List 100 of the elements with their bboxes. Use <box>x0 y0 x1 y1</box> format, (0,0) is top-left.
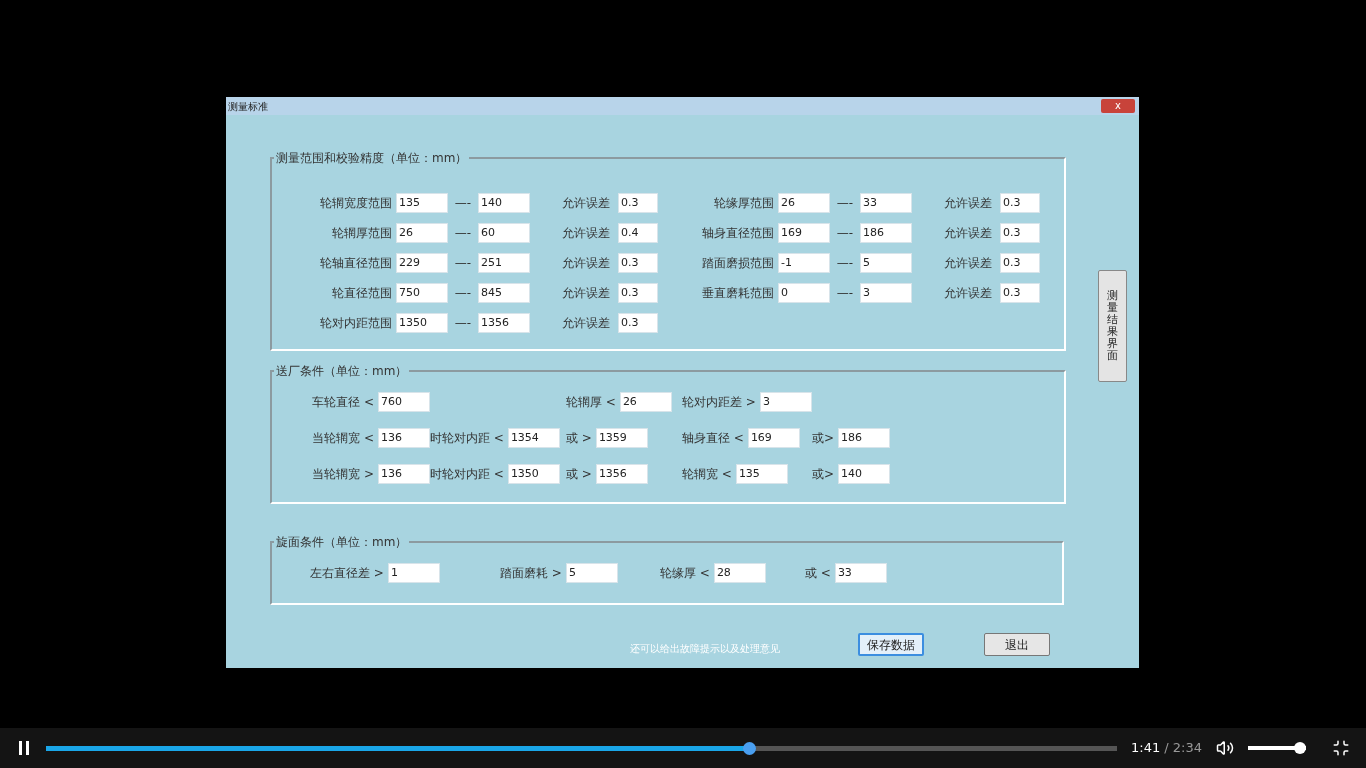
input-field[interactable]: 1350 <box>396 313 448 333</box>
input-field[interactable]: 135 <box>735 464 788 484</box>
input-field[interactable]: 3 <box>759 392 812 412</box>
input-field[interactable]: 169 <box>778 223 830 243</box>
range-dash: —- <box>453 285 473 302</box>
range-dash: —- <box>453 195 473 212</box>
hint-text: 还可以给出故障提示以及处理意见 <box>630 642 780 656</box>
input-field[interactable]: 229 <box>396 253 448 273</box>
field-label: 车轮直径 < <box>312 394 374 411</box>
input-field[interactable]: 0.3 <box>618 193 658 213</box>
field-label: 允许误差 <box>944 195 992 212</box>
range-dash: —- <box>835 195 855 212</box>
group-title: 旋面条件（单位：mm） <box>275 534 409 551</box>
input-field[interactable]: 0.3 <box>1000 193 1040 213</box>
input-field[interactable]: 33 <box>834 563 887 583</box>
field-label: 或> <box>812 430 835 447</box>
input-field[interactable]: 0.4 <box>618 223 658 243</box>
field-label: 轮缘厚范围 <box>713 195 775 212</box>
input-field[interactable]: 0.3 <box>618 253 658 273</box>
input-field[interactable]: 140 <box>838 464 891 484</box>
field-label: 时轮对内距 < <box>430 430 504 447</box>
field-label: 允许误差 <box>562 225 610 242</box>
input-field[interactable]: 169 <box>747 428 800 448</box>
input-field[interactable]: 750 <box>396 283 448 303</box>
input-field[interactable]: 186 <box>838 428 891 448</box>
input-field[interactable]: 0.3 <box>618 283 658 303</box>
progress-handle[interactable] <box>742 741 756 755</box>
field-label: 当轮辋宽 < <box>312 430 374 447</box>
input-field[interactable]: 1354 <box>507 428 560 448</box>
input-field[interactable]: 1 <box>387 563 440 583</box>
field-label: 轮缘厚 < <box>660 565 710 582</box>
field-label: 允许误差 <box>562 195 610 212</box>
field-label: 允许误差 <box>944 285 992 302</box>
field-label: 或 < <box>805 565 831 582</box>
field-label: 踏面磨耗 > <box>500 565 562 582</box>
volume-icon[interactable] <box>1216 739 1234 757</box>
input-field[interactable]: 3 <box>860 283 912 303</box>
input-field[interactable]: 26 <box>778 193 830 213</box>
field-label: 轮直径范围 <box>331 285 393 302</box>
field-label: 当轮辋宽 > <box>312 466 374 483</box>
input-field[interactable]: 845 <box>478 283 530 303</box>
field-label: 或> <box>812 466 835 483</box>
pause-icon <box>19 741 29 755</box>
input-field[interactable]: 1359 <box>595 428 648 448</box>
field-label: 允许误差 <box>944 255 992 272</box>
input-field[interactable]: 251 <box>478 253 530 273</box>
input-field[interactable]: 0.3 <box>1000 253 1040 273</box>
input-field[interactable]: 136 <box>378 464 430 484</box>
side-button[interactable]: 测量结果界面 <box>1098 270 1127 382</box>
input-field[interactable]: -1 <box>778 253 830 273</box>
dialog-button[interactable]: 退出 <box>984 633 1050 656</box>
range-dash: —- <box>835 285 855 302</box>
range-dash: —- <box>835 225 855 242</box>
range-dash: —- <box>835 255 855 272</box>
dialog-button[interactable]: 保存数据 <box>858 633 924 656</box>
field-label: 左右直径差 > <box>310 565 384 582</box>
input-field[interactable]: 135 <box>396 193 448 213</box>
input-field[interactable]: 0.3 <box>1000 223 1040 243</box>
pause-button[interactable] <box>16 740 32 756</box>
input-field[interactable]: 186 <box>860 223 912 243</box>
input-field[interactable]: 26 <box>619 392 672 412</box>
group-title: 送厂条件（单位：mm） <box>275 363 409 380</box>
field-label: 踏面磨损范围 <box>701 255 775 272</box>
input-field[interactable]: 0.3 <box>618 313 658 333</box>
field-label: 或 > <box>566 466 592 483</box>
input-field[interactable]: 33 <box>860 193 912 213</box>
range-dash: —- <box>453 315 473 332</box>
field-label: 或 > <box>566 430 592 447</box>
close-button[interactable]: x <box>1101 99 1135 113</box>
input-field[interactable]: 140 <box>478 193 530 213</box>
exit-fullscreen-icon[interactable] <box>1332 739 1350 757</box>
field-label: 轮辋宽度范围 <box>319 195 393 212</box>
input-field[interactable]: 136 <box>378 428 430 448</box>
input-field[interactable]: 5 <box>565 563 618 583</box>
input-field[interactable]: 0.3 <box>1000 283 1040 303</box>
total-time: / 2:34 <box>1164 739 1202 758</box>
field-label: 轮对内距范围 <box>319 315 393 332</box>
field-label: 轮辋宽 < <box>682 466 732 483</box>
input-field[interactable]: 5 <box>860 253 912 273</box>
input-field[interactable]: 1350 <box>507 464 560 484</box>
input-field[interactable]: 26 <box>396 223 448 243</box>
input-field[interactable]: 60 <box>478 223 530 243</box>
field-label: 允许误差 <box>562 285 610 302</box>
field-label: 允许误差 <box>944 225 992 242</box>
input-field[interactable]: 1356 <box>595 464 648 484</box>
input-field[interactable]: 0 <box>778 283 830 303</box>
input-field[interactable]: 760 <box>378 392 430 412</box>
volume-slider[interactable] <box>1248 742 1306 754</box>
field-label: 允许误差 <box>562 315 610 332</box>
group-title: 测量范围和校验精度（单位：mm） <box>275 150 469 167</box>
field-label: 轮轴直径范围 <box>319 255 393 272</box>
volume-handle[interactable] <box>1294 742 1306 754</box>
field-label: 轴身直径 < <box>682 430 744 447</box>
current-time: 1:41 <box>1131 739 1161 758</box>
field-label: 轮对内距差 > <box>682 394 756 411</box>
field-label: 允许误差 <box>562 255 610 272</box>
input-field[interactable]: 28 <box>713 563 766 583</box>
window-title: 测量标准 <box>228 99 268 114</box>
input-field[interactable]: 1356 <box>478 313 530 333</box>
field-label: 时轮对内距 < <box>430 466 504 483</box>
